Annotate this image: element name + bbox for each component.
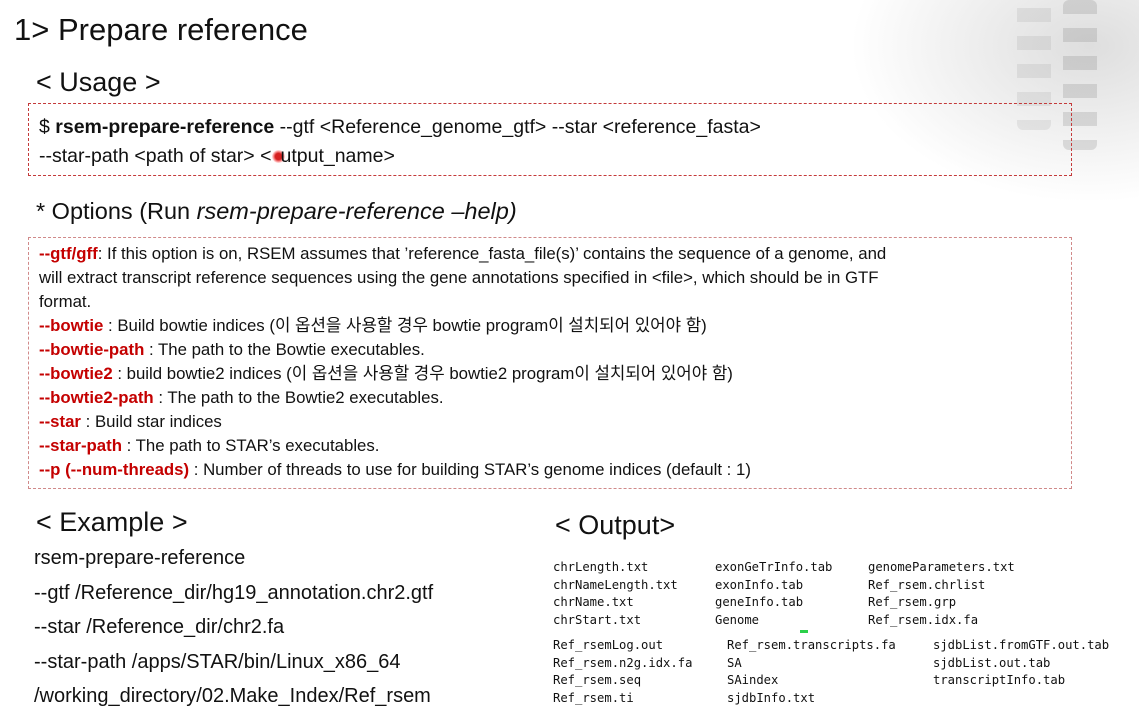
output-column: exonGeTrInfo.tab exonInfo.tab geneInfo.tab… <box>715 560 832 630</box>
option-line: --bowtie-path : The path to the Bowtie e… <box>39 338 1061 362</box>
option-description: : Build bowtie indices (이 옵션을 사용할 경우 bow… <box>103 316 707 335</box>
output-file: Ref_rsem.chrlist <box>868 577 986 592</box>
option-description: format. <box>39 292 92 311</box>
output-file: Ref_rsem.n2g.idx.fa <box>553 655 693 670</box>
option-line: --bowtie2 : build bowtie2 indices (이 옵션을… <box>39 362 1061 386</box>
output-file: SA <box>727 655 742 670</box>
options-heading-prefix: * Options (Run <box>36 198 197 224</box>
command-args: --gtf <Reference_genome_gtf> --star <ref… <box>274 116 761 138</box>
output-file: Ref_rsem.idx.fa <box>868 612 979 627</box>
output-file: exonGeTrInfo.tab <box>715 560 833 574</box>
output-file: Ref_rsem.seq <box>553 673 642 687</box>
option-key: --p (--num-threads) <box>39 460 190 479</box>
option-key: --gtf/gff <box>39 244 98 263</box>
option-line: will extract transcript reference sequen… <box>39 266 1061 290</box>
example-line: --gtf /Reference_dir/hg19_annotation.chr… <box>34 582 434 604</box>
example-line: rsem-prepare-reference <box>34 547 246 569</box>
output-file: Genome <box>715 612 760 627</box>
option-line: --star : Build star indices <box>39 410 1061 434</box>
usage-heading: < Usage > <box>36 67 161 97</box>
options-heading-command: rsem-prepare-reference –help) <box>196 198 517 224</box>
output-file: chrStart.txt <box>553 612 642 627</box>
option-line: --star-path : The path to STAR’s executa… <box>39 434 1061 458</box>
page-title: 1> Prepare reference <box>14 12 308 47</box>
option-line: --gtf/gff: If this option is on, RSEM as… <box>39 242 1061 266</box>
output-heading: < Output> <box>555 510 676 540</box>
option-description: : The path to the Bowtie2 executables. <box>153 388 444 407</box>
option-description: will extract transcript reference sequen… <box>39 268 879 287</box>
option-description: : The path to the Bowtie executables. <box>144 340 425 359</box>
output-file: Ref_rsem.ti <box>553 690 634 705</box>
output-file: SAindex <box>727 673 779 687</box>
example-line: --star-path /apps/STAR/bin/Linux_x86_64 <box>34 651 401 673</box>
option-description: : build bowtie2 indices (이 옵션을 사용할 경우 bo… <box>112 364 733 383</box>
option-description: : Number of threads to use for building … <box>189 460 751 479</box>
output-column: genomeParameters.txt Ref_rsem.chrlist Ref_… <box>868 560 1015 630</box>
example-line: --star /Reference_dir/chr2.fa <box>34 616 285 638</box>
output-file: Ref_rsemLog.out <box>553 638 664 652</box>
output-file: chrName.txt <box>553 595 634 609</box>
output-column: chrLength.txt chrNameLength.txt chrName.tx… <box>553 560 678 630</box>
option-line: --p (--num-threads) : Number of threads … <box>39 458 1061 482</box>
output-file: sjdbInfo.txt <box>727 690 816 705</box>
usage-line-2: --star-path <path of star> < utput_name> <box>39 142 1061 171</box>
option-key: --bowtie2 <box>39 364 113 383</box>
options-box: --gtf/gff: If this option is on, RSEM as… <box>28 237 1072 489</box>
command-name: rsem-prepare-reference <box>55 116 275 138</box>
option-key: --star <box>39 412 81 431</box>
output-column: Ref_rsemLog.out Ref_rsem.n2g.idx.fa Ref_rs… <box>553 638 692 708</box>
highlight-mark <box>800 630 808 633</box>
output-column: Ref_rsem.transcripts.fa SA SAindex sjdbInfo… <box>727 638 896 708</box>
option-key: --bowtie2-path <box>39 388 154 407</box>
output-file: chrNameLength.txt <box>553 577 678 592</box>
output-file: genomeParameters.txt <box>868 560 1015 574</box>
options-heading: * Options (Run rsem-prepare-reference –h… <box>36 198 517 225</box>
option-line: format. <box>39 290 1061 314</box>
star-path-arg: --star-path <path of star> < <box>39 145 272 167</box>
output-file: geneInfo.tab <box>715 595 804 609</box>
prompt-symbol: $ <box>39 116 56 138</box>
output-file: Ref_rsem.transcripts.fa <box>727 638 896 652</box>
example-heading: < Example > <box>36 507 188 537</box>
output-file: Ref_rsem.grp <box>868 595 957 609</box>
output-file: sjdbList.fromGTF.out.tab <box>933 638 1110 652</box>
output-file: transcriptInfo.tab <box>933 673 1066 687</box>
option-line: --bowtie2-path : The path to the Bowtie2… <box>39 386 1061 410</box>
output-file: sjdbList.out.tab <box>933 655 1051 670</box>
usage-line-1: $ rsem-prepare-reference --gtf <Referenc… <box>39 113 1061 142</box>
option-description: : If this option is on, RSEM assumes tha… <box>97 244 887 263</box>
output-column: sjdbList.fromGTF.out.tab sjdbList.out.tab… <box>933 638 1109 691</box>
option-description: : Build star indices <box>80 412 222 431</box>
output-file: chrLength.txt <box>553 560 649 574</box>
usage-command-box: $ rsem-prepare-reference --gtf <Referenc… <box>28 103 1072 176</box>
option-line: --bowtie : Build bowtie indices (이 옵션을 사… <box>39 314 1061 338</box>
option-key: --star-path <box>39 436 122 455</box>
option-key: --bowtie <box>39 316 104 335</box>
option-key: --bowtie-path <box>39 340 145 359</box>
output-file: exonInfo.tab <box>715 577 804 592</box>
example-line: /working_directory/02.Make_Index/Ref_rse… <box>34 685 431 707</box>
option-description: : The path to STAR’s executables. <box>121 436 380 455</box>
output-name-arg: utput_name> <box>280 145 395 167</box>
